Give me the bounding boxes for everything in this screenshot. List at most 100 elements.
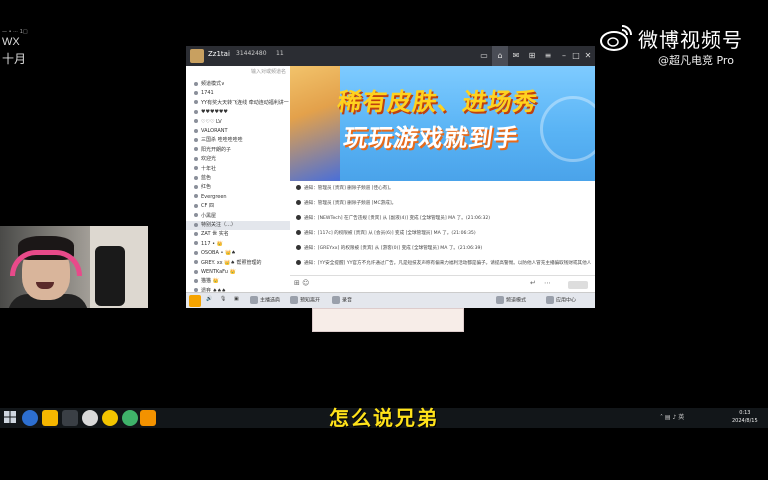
close-icon[interactable]: ✕ [582, 50, 594, 62]
home-icon[interactable]: ⌂ [494, 50, 506, 62]
sidebar-channel-item[interactable]: Evergreen [186, 193, 290, 202]
sidebar-channel-item[interactable]: VALORANT [186, 127, 290, 136]
sidebar-channel-item[interactable]: 特别关注（…） [186, 221, 290, 230]
sidebar-channel-item[interactable]: WENTKaFu 👑 [186, 268, 290, 277]
sidebar-channel-label: 阳光开朗的子 [201, 146, 232, 153]
sidebar-channel-label: 小黑屋 [201, 212, 217, 219]
sidebar-channel-label: ♥♥♥♥♥♥ [201, 109, 228, 116]
channel-mode-button[interactable]: 频道模式 [496, 296, 526, 304]
channel-bullet-icon [194, 231, 198, 236]
camera-icon[interactable]: ▣ [234, 296, 239, 302]
sidebar-channel-item[interactable]: 三国杀 哇哇哇哇哇 [186, 136, 290, 145]
screen-icon[interactable]: ▭ [478, 50, 490, 62]
minimize-icon[interactable]: – [558, 50, 570, 62]
sidebar-channel-label: Evergreen [201, 193, 227, 200]
gamepad-icon[interactable]: ⊞ [294, 279, 300, 287]
chat-message-text: 通知：管理员 [贵宾] 删除子频道 [MC游成]。 [304, 201, 397, 206]
sidebar-channel-item[interactable]: 欢迎光 [186, 155, 290, 164]
sidebar-channel-item[interactable]: GREY. xx 👑♠ 帮照管理的 [186, 259, 290, 268]
record-button[interactable]: 录音 [332, 296, 352, 304]
yy-logo-icon[interactable] [189, 295, 201, 307]
enter-icon[interactable]: ↵ [530, 279, 536, 287]
sidebar-channel-item[interactable]: 红色 [186, 183, 290, 192]
more-icon[interactable]: ⋯ [544, 279, 551, 287]
gamepad-icon[interactable]: ⊞ [526, 50, 538, 62]
record-label: 录音 [342, 297, 353, 304]
chat-message: 通知：管理员 [贵宾] 删除子频道 [MC游成]。 [296, 198, 591, 210]
online-count: 11 [276, 50, 284, 57]
yy-app-window: Zz1tai 31442480 11 ▭ ⌂ ✉ ⊞ ≡ – □ ✕ 输入对或频… [186, 46, 595, 308]
sidebar-channel-item[interactable]: CF 四 [186, 202, 290, 211]
leave-icon [290, 296, 298, 304]
sidebar-channel-item[interactable]: ♥♥♥♥♥♥ [186, 108, 290, 117]
chat-message: 通知：[YY安全提醒] YY官方不允许通过广告。凡是短技友声称有偏来力福利活动都… [296, 258, 591, 270]
channel-bullet-icon [194, 194, 198, 199]
sidebar-channel-item[interactable]: 小黑屋 [186, 212, 290, 221]
chat-message-text: 通知：[GREYxx] 的权限被 [贵宾] 从 [游客(0)] 变成 [全球管理… [304, 246, 483, 251]
sidebar-channel-label: 蓝色 [201, 175, 212, 181]
sidebar-channel-label: 117 • 👑 [201, 240, 223, 247]
notice-icon [296, 200, 301, 205]
app-center-label: 应用中心 [556, 297, 577, 304]
menu-icon[interactable]: ≡ [542, 50, 554, 62]
sidebar-channel-item[interactable]: ZAT 世 实名 [186, 230, 290, 239]
sidebar-channel-label: 欢迎光 [201, 156, 217, 163]
channel-bullet-icon [194, 119, 198, 124]
maximize-icon[interactable]: □ [570, 50, 582, 62]
channel-search-input[interactable]: 输入对或频道名 [190, 68, 286, 78]
video-subtitle: 怎么说兄弟 [329, 406, 439, 430]
channel-bullet-icon [194, 147, 198, 152]
chat-input[interactable]: ⊞ ☺ ↵ ⋯ [290, 275, 595, 293]
sidebar-channel-label: 三国杀 哇哇哇哇哇 [201, 137, 243, 144]
notice-icon [296, 260, 301, 265]
notice-icon [296, 245, 301, 250]
sidebar-channel-label: 红色 [201, 184, 212, 191]
channel-bullet-icon [194, 203, 198, 208]
sidebar-channel-item[interactable]: OSOBA • 👑♠ [186, 249, 290, 258]
sidebar-channel-label: GREY. xx 👑♠ 帮照管理的 [201, 259, 262, 266]
sidebar-channel-item[interactable]: 阳光开朗的子 [186, 146, 290, 155]
channel-bullet-icon [194, 81, 198, 86]
channel-bullet-icon [194, 137, 198, 142]
notice-icon [296, 230, 301, 235]
sidebar-channel-label: 频道模式∨ [201, 81, 225, 87]
sidebar-channel-item[interactable]: YY有奖大天转飞连线 牵动连动福利讲一 [186, 99, 290, 108]
leave-button[interactable]: 预知离开 [290, 296, 320, 304]
sidebar-channel-item[interactable]: 蓝色 [186, 174, 290, 183]
sidebar-channel-item[interactable]: 频道模式∨ [186, 80, 290, 89]
emoji-icon[interactable]: ☺ [302, 279, 309, 287]
sidebar-channel-item[interactable]: 1741 [186, 89, 290, 98]
sidebar-channel-label: CF 四 [201, 203, 214, 210]
channel-bullet-icon [194, 260, 198, 265]
app-center-icon [546, 296, 554, 304]
overlay-label-wx: WX [2, 36, 20, 48]
app-center-button[interactable]: 应用中心 [546, 296, 576, 304]
sidebar-channel-label: ZAT 世 实名 [201, 231, 229, 238]
channel-bullet-icon [194, 156, 198, 161]
sidebar-channel-item[interactable]: 117 • 👑 [186, 240, 290, 249]
channel-bullet-icon [194, 241, 198, 246]
notice-icon [296, 215, 301, 220]
channel-bullet-icon [194, 222, 198, 227]
chat-message-text: 通知：管理员 [贵宾] 删除子频道 [佳心有]。 [304, 186, 394, 191]
promo-banner[interactable]: 稀有皮肤、进场秀 玩玩游戏就到手 [290, 66, 595, 181]
avatar[interactable] [190, 49, 204, 63]
sidebar-channel-item[interactable]: 十年社 [186, 165, 290, 174]
speaker-icon[interactable]: 🔊 [206, 296, 212, 302]
sidebar-channel-item[interactable]: 猫猫 👑 [186, 277, 290, 286]
sidebar-channel-label: OSOBA • 👑♠ [201, 250, 236, 257]
host-select-button[interactable]: 主播选肩 [250, 296, 280, 304]
sidebar-channel-item[interactable]: ♡♡♡ LV [186, 118, 290, 127]
channel-bullet-icon [194, 213, 198, 218]
sidebar-channel-label: 猫猫 👑 [201, 278, 219, 285]
banner-headline: 稀有皮肤、进场秀 [335, 88, 540, 116]
watermark-title: 微博视频号 [638, 28, 743, 52]
channel-name: Zz1tai [208, 50, 230, 58]
sidebar-channel-label: WENTKaFu 👑 [201, 269, 236, 275]
notice-icon [296, 185, 301, 190]
gift-icon[interactable]: ✉ [510, 50, 522, 62]
chat-message: 通知：[117c] 的权限被 [贵宾] 从 [会员(6)] 变成 [全球管理员]… [296, 228, 591, 240]
channel-id: 31442480 [236, 50, 267, 57]
send-button[interactable] [568, 281, 588, 289]
mic-icon[interactable]: 🎙 [220, 296, 226, 302]
